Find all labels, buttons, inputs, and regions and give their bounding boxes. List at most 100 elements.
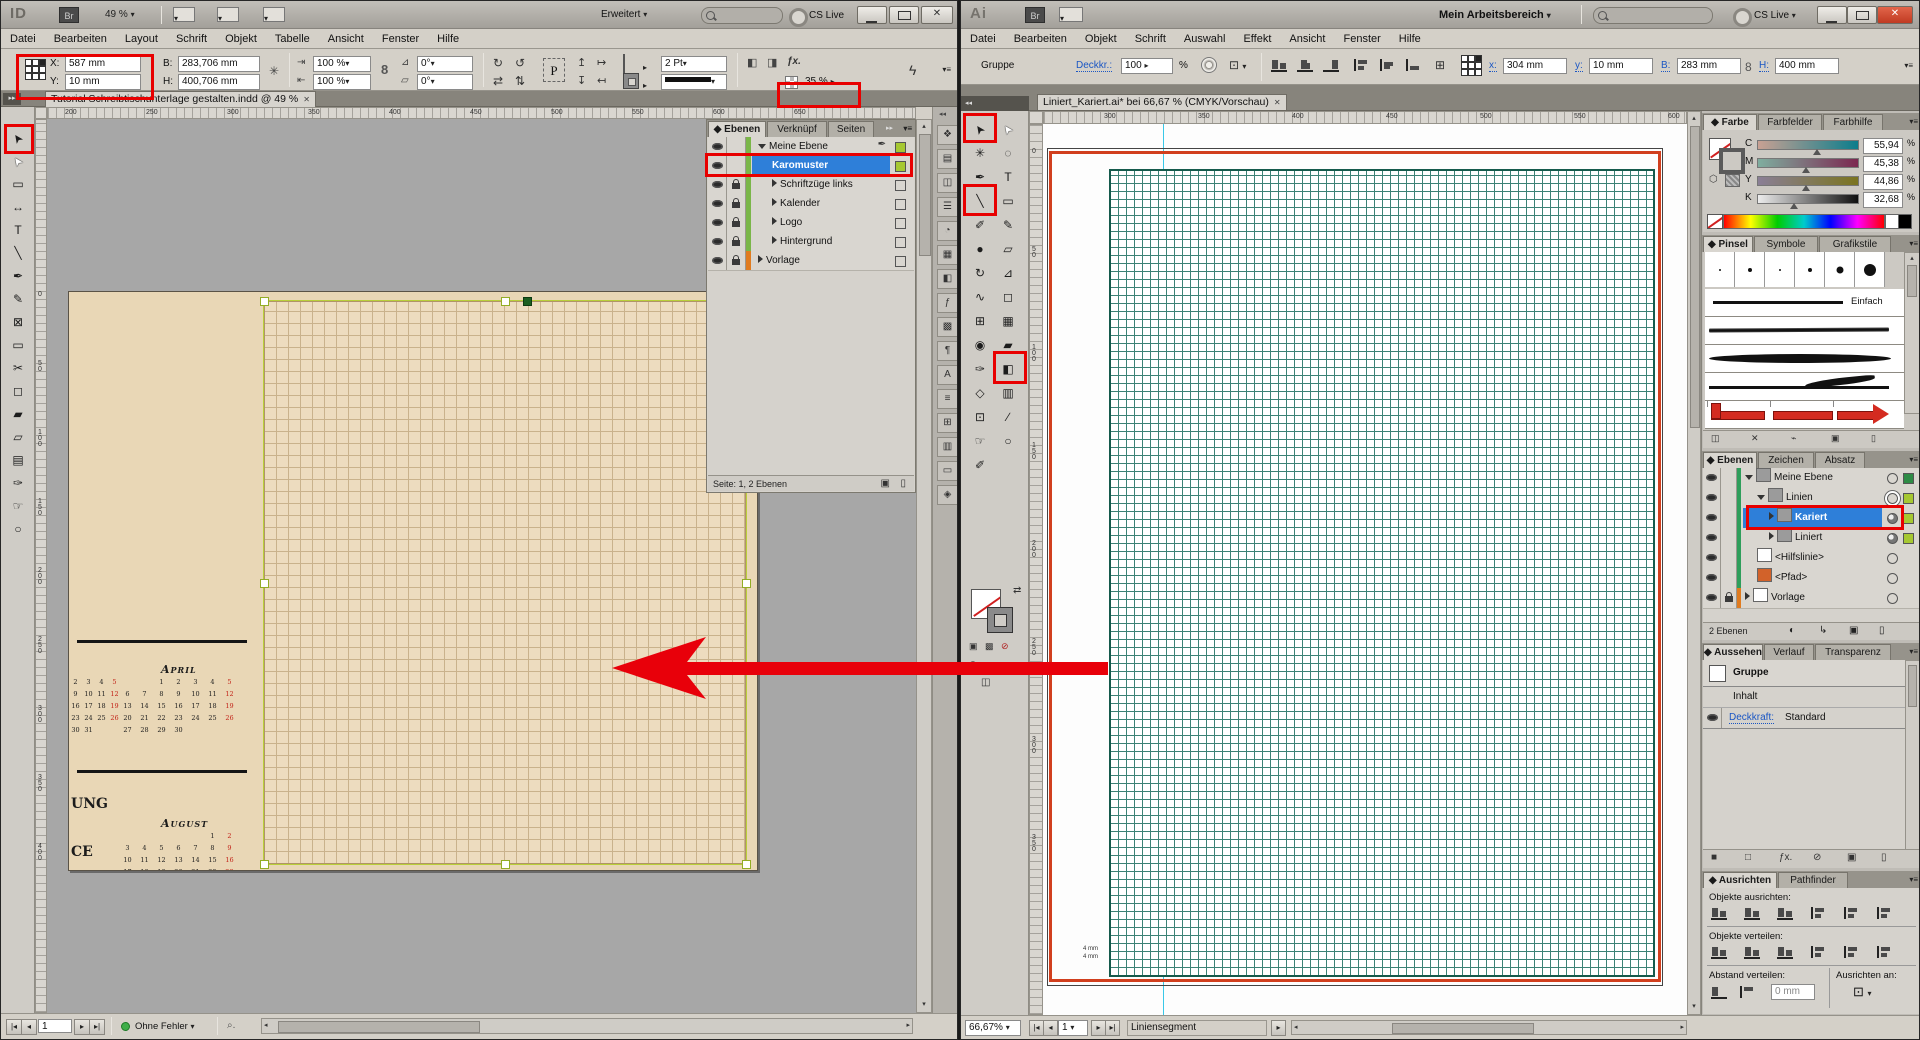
expand-icon[interactable] [772,198,777,206]
graph-tool[interactable]: ▥ [995,383,1021,404]
eye-icon[interactable] [1706,594,1717,601]
black-swatch[interactable] [1898,214,1912,229]
id-vertical-ruler[interactable]: 05 01 0 01 5 02 0 02 5 03 0 03 5 04 0 0 [35,119,47,1013]
selection-tool[interactable]: ➤ [964,113,996,146]
visibility-cell[interactable] [708,232,727,251]
ai-document-tab[interactable]: Liniert_Kariert.ai* bei 66,67 % (CMYK/Vo… [1037,94,1287,110]
width-field[interactable]: 283 mm [1677,58,1741,74]
tab-pathfinder[interactable]: Pathfinder [1778,872,1848,889]
new-sublayer-icon[interactable]: ↳ [1819,623,1827,639]
selection-badge[interactable] [1903,493,1914,504]
prev-artboard-button[interactable]: ◂ [1043,1020,1058,1036]
select-container-icon[interactable]: ↥ [577,56,586,69]
brush-tip-1[interactable] [1705,252,1735,287]
appearance-row-content[interactable]: Inhalt [1703,687,1906,708]
align-middle-icon[interactable] [1379,59,1399,72]
minimize-button[interactable] [1817,6,1847,24]
tab-ebenen[interactable]: ◆ Ebenen [1703,452,1757,469]
id-horizontal-ruler[interactable]: 200250300350400450500550600650 [47,107,916,119]
menu-fenster[interactable]: Fenster [373,30,428,48]
visibility-cell[interactable] [708,156,727,175]
selection-frame[interactable] [263,300,747,865]
layer-row[interactable]: Kalender [708,194,914,214]
scroll-right-icon[interactable]: ▸ [1680,1022,1684,1034]
scroll-up-icon[interactable]: ▴ [1905,253,1919,265]
slider-handle[interactable] [1802,185,1810,191]
menu-hilfe[interactable]: Hilfe [1390,30,1430,48]
lock-icon[interactable] [1725,596,1733,602]
gap-tool[interactable]: ↔ [5,197,31,218]
lock-cell[interactable] [727,175,746,194]
tab-ausrichten[interactable]: ◆ Ausrichten [1703,872,1777,889]
layer-row[interactable]: Logo [708,213,914,233]
appearance-row-opacity[interactable]: Deckkraft:Standard [1703,708,1906,729]
scale-y-field[interactable]: 100 % [313,74,371,90]
lock-icon[interactable] [732,183,740,189]
layers-panel-menu-icon[interactable] [903,124,912,133]
menu-datei[interactable]: Datei [961,30,1005,48]
blob-brush-tool[interactable]: ● [967,239,993,260]
layer-name[interactable]: Logo [752,213,890,232]
pen-tool[interactable]: ✒ [967,167,993,188]
toolbar-collapse-icon[interactable]: ◂◂ [961,96,1029,111]
lock-cell[interactable] [1721,568,1737,588]
x-label[interactable]: x: [1489,60,1497,72]
align-to-dropdown[interactable]: ⊡ [1853,984,1872,1000]
tab-transparenz[interactable]: Transparenz [1815,644,1891,661]
menu-auswahl[interactable]: Auswahl [1175,30,1235,48]
height-field[interactable]: 400 mm [1775,58,1839,74]
free-transform-tool[interactable]: ◻ [5,381,31,402]
quick-apply-icon[interactable]: ϟ [909,62,916,78]
next-page-button[interactable]: ▸ [74,1019,90,1035]
x-field[interactable]: 587 mm [65,56,141,72]
slice-tool[interactable]: ∕ [995,407,1021,428]
symbol-sprayer-tool[interactable]: ◉ [967,335,993,356]
layer-row[interactable]: Schriftzüge links [708,175,914,195]
collapsed-panel-icon-9[interactable]: ▩ [937,317,958,337]
selected-anchor-handle[interactable] [523,297,532,306]
scroll-up-icon[interactable]: ▴ [917,121,931,133]
visibility-cell[interactable] [1703,508,1721,528]
layer-row[interactable]: Kariert [1703,508,1920,529]
layer-row[interactable]: Linien [1703,488,1920,509]
maximize-button[interactable] [889,6,919,24]
expand-icon[interactable] [758,144,766,149]
eye-icon[interactable] [1706,514,1717,521]
last-artboard-button[interactable]: ▸| [1105,1020,1120,1036]
color-spectrum[interactable] [1723,214,1885,229]
tab-zeichen[interactable]: Zeichen [1758,452,1814,469]
scroll-left-icon[interactable]: ◂ [264,1020,268,1032]
deckkraft-link[interactable]: Deckkraft: [1729,712,1774,724]
layer-name[interactable]: Vorlage [1743,588,1882,608]
layer-name[interactable]: Linien [1743,488,1882,508]
target-icon[interactable] [1887,473,1898,484]
collapsed-panel-icon-15[interactable]: ▭ [937,461,958,481]
selection-badge[interactable] [1903,473,1914,484]
tab-pinsel[interactable]: ◆ Pinsel [1703,236,1753,253]
selection-handle[interactable] [742,860,751,869]
hand-tool[interactable]: ☞ [967,431,993,452]
delete-item-icon[interactable]: ▯ [1881,852,1887,863]
prev-page-button[interactable]: ◂ [21,1019,37,1035]
distribute-button-1[interactable] [1711,946,1731,959]
scroll-thumb[interactable] [919,134,931,256]
opacity-link[interactable]: Deckkr.: [1076,60,1112,72]
page-tool[interactable]: ▭ [5,174,31,195]
collapsed-panel-icon-16[interactable]: ◈ [937,485,958,505]
collapsed-panel-icon-2[interactable]: ▤ [937,149,958,169]
eye-icon[interactable] [1706,574,1717,581]
rotate-tool[interactable]: ↻ [967,263,993,284]
channel-value-c[interactable]: 55,94 [1863,138,1903,154]
ai-vertical-ruler[interactable]: 05 01 0 01 5 02 0 02 5 03 0 03 5 0 [1029,124,1043,1015]
color-button[interactable]: ▣ [969,641,978,652]
expand-icon[interactable] [1769,532,1774,540]
height-field[interactable]: 400,706 mm [178,74,260,90]
lock-cell[interactable] [1721,508,1737,528]
width-label[interactable]: B: [1661,60,1670,72]
menu-objekt[interactable]: Objekt [216,30,266,48]
pencil-tool[interactable]: ✎ [995,215,1021,236]
align-bottom-icon[interactable] [1405,59,1425,72]
menu-ansicht[interactable]: Ansicht [1280,30,1334,48]
lasso-tool[interactable]: ◌ [995,143,1021,164]
layer-row[interactable]: Vorlage [708,251,914,271]
